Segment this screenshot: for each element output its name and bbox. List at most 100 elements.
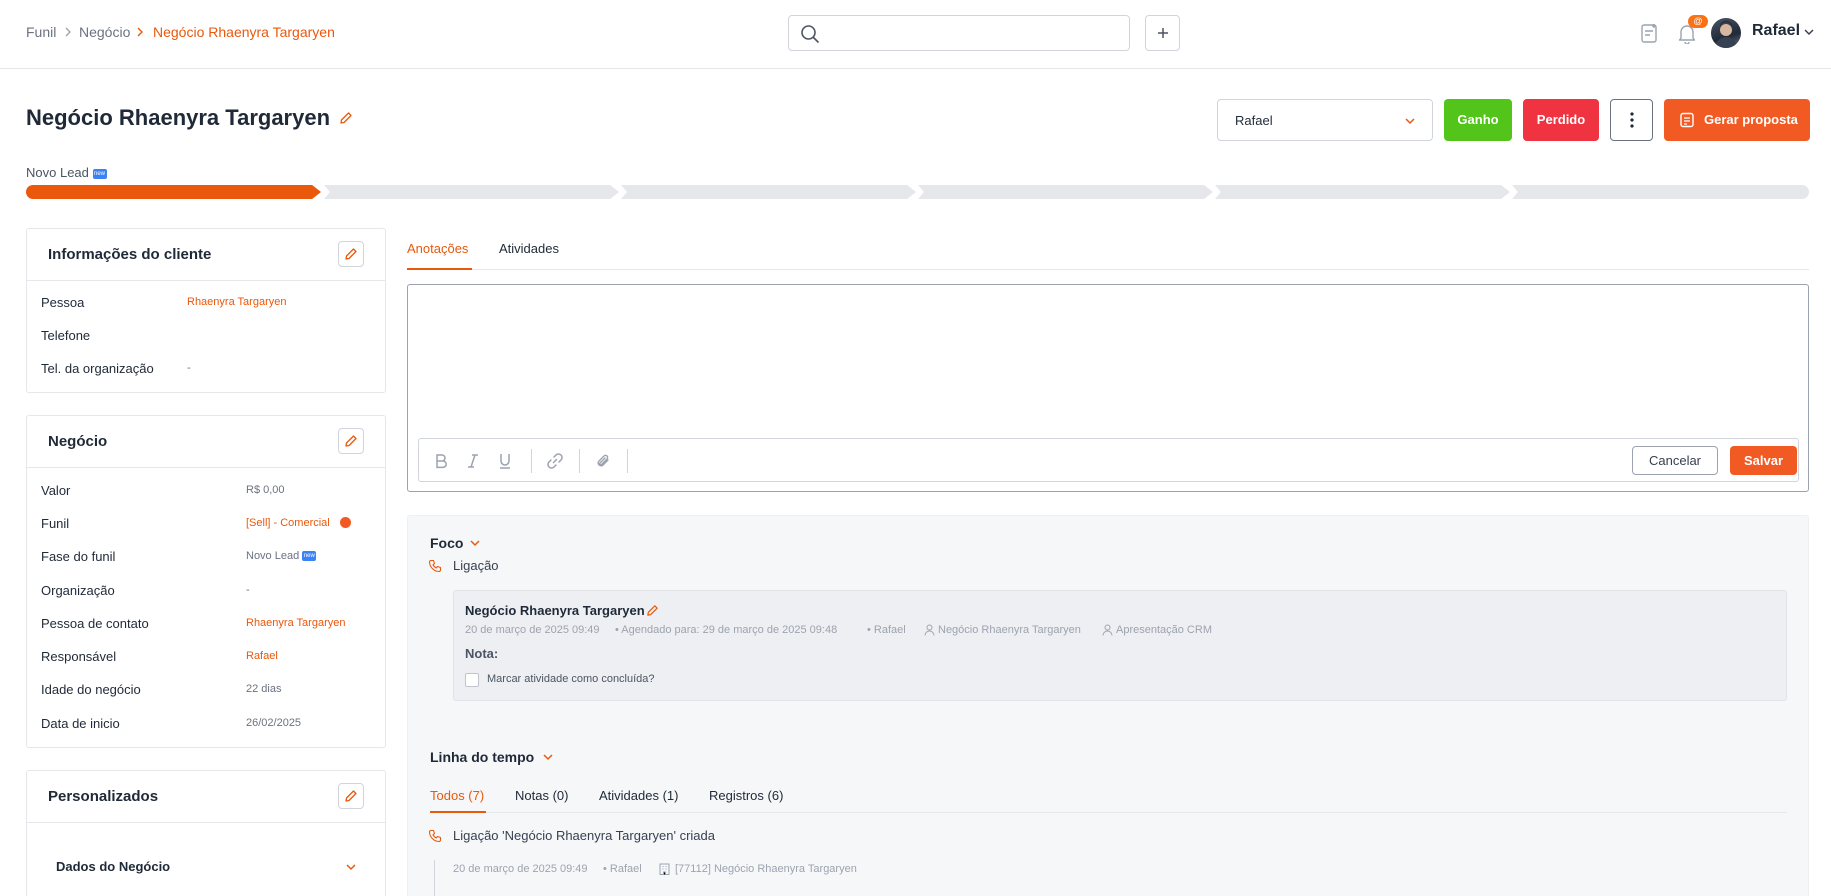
breadcrumb-negocio[interactable]: Negócio [79,24,130,40]
chevron-right-icon [63,25,73,39]
breadcrumb-funil[interactable]: Funil [26,24,56,40]
toolbar-separator [579,449,580,473]
owner-select[interactable]: Rafael [1217,99,1433,141]
note-textarea[interactable] [418,295,1798,435]
start-date-value: 26/02/2025 [246,717,302,729]
funnel-link[interactable]: [Sell] - Comercial [246,517,330,529]
complete-activity-label[interactable]: Marcar atividade como concluída? [487,673,655,685]
owner-select-value: Rafael [1235,113,1273,128]
field-label: Tel. da organização [41,361,154,376]
timeline-tabs-divider [430,812,1787,813]
active-timeline-tab-indicator [430,811,486,813]
cancel-button[interactable]: Cancelar [1632,446,1718,475]
timeline-tab-records[interactable]: Registros (6) [709,788,783,803]
stage-step-4[interactable] [918,185,1213,199]
timeline-tab-notes[interactable]: Notas (0) [515,788,568,803]
stage-step-2[interactable] [324,185,619,199]
timeline-tab-activities[interactable]: Atividades (1) [599,788,678,803]
search-box[interactable] [788,15,1130,51]
notification-badge: @ [1688,15,1708,28]
field-label: Pessoa [41,295,85,310]
generate-proposal-button[interactable]: Gerar proposta [1664,99,1810,141]
plus-icon [1157,27,1169,39]
responsible-link[interactable]: Rafael [246,650,278,662]
document-icon [1679,112,1695,128]
edit-client-button[interactable] [338,241,364,267]
timeline-connector [434,860,435,896]
activity-deal[interactable]: Negócio Rhaenyra Targaryen [938,624,1081,636]
timeline-entry-owner: • Rafael [603,863,642,875]
stage-value: Novo Lead new [246,550,317,562]
timeline-title[interactable]: Linha do tempo [430,749,534,765]
tab-notes[interactable]: Anotações [407,241,468,256]
note-label: Nota: [465,646,499,661]
chevron-down-icon[interactable] [542,752,554,762]
edit-custom-button[interactable] [338,783,364,809]
breadcrumb-current: Negócio Rhaenyra Targaryen [153,24,335,40]
phone-icon [428,829,442,843]
card-header: Negócio [27,416,385,468]
field-label: Organização [41,583,115,598]
activity-title[interactable]: Negócio Rhaenyra Targaryen [465,603,645,618]
pencil-icon[interactable] [646,604,659,617]
edit-business-button[interactable] [338,428,364,454]
card-title: Informações do cliente [48,246,212,263]
attachment-icon[interactable] [593,451,613,471]
focus-type: Ligação [453,558,499,573]
won-button[interactable]: Ganho [1444,99,1512,141]
person-icon [1102,624,1113,636]
timeline-entry-deal[interactable]: [77112] Negócio Rhaenyra Targaryen [675,863,857,875]
tab-activities[interactable]: Atividades [499,241,559,256]
stage-step-5[interactable] [1215,185,1510,199]
activity-created-date: 20 de março de 2025 09:49 [465,624,600,636]
pencil-icon [344,789,358,803]
deal-age-value: 22 dias [246,683,282,695]
focus-title[interactable]: Foco [430,535,463,551]
user-name[interactable]: Rafael [1752,22,1800,40]
top-bar: Funil Negócio Negócio Rhaenyra Targaryen… [0,0,1831,69]
stage-step-6[interactable] [1512,185,1809,199]
focus-activity-card: Negócio Rhaenyra Targaryen 20 de março d… [453,590,1787,701]
timeline-tab-all[interactable]: Todos (7) [430,788,484,803]
add-button[interactable] [1145,15,1180,51]
person-link[interactable]: Rhaenyra Targaryen [187,296,286,308]
contact-person-link[interactable]: Rhaenyra Targaryen [246,617,345,629]
stage-step-3[interactable] [621,185,916,199]
person-icon [924,624,935,636]
italic-icon[interactable] [463,451,483,471]
generate-proposal-label: Gerar proposta [1704,112,1798,127]
stage-value-text: Novo Lead [246,550,300,562]
chevron-down-icon [1404,116,1416,126]
timeline-entry-title: Ligação 'Negócio Rhaenyra Targaryen' cri… [453,828,715,843]
activity-owner: • Rafael [867,624,906,636]
tabs-divider [407,269,1809,270]
pencil-icon[interactable] [339,111,353,125]
underline-icon[interactable] [495,451,515,471]
pencil-icon [344,434,358,448]
pencil-icon [344,247,358,261]
avatar[interactable] [1711,18,1741,48]
link-icon[interactable] [545,451,565,471]
kebab-menu-icon [1630,112,1634,128]
timeline-entry-date: 20 de março de 2025 09:49 [453,863,588,875]
notes-icon[interactable] [1640,22,1660,44]
complete-activity-checkbox[interactable] [465,673,479,687]
section-toggle-label[interactable]: Dados do Negócio [56,859,170,874]
note-editor: Cancelar Salvar [407,284,1809,492]
client-info-card: Informações do cliente Pessoa Rhaenyra T… [26,228,386,393]
new-tag-icon: new [92,168,107,179]
search-input[interactable] [827,22,1117,44]
chevron-down-icon[interactable] [345,862,357,872]
organization-value: - [246,584,250,596]
chevron-down-icon[interactable] [469,538,481,548]
stage-step-1[interactable] [26,185,321,199]
chevron-down-icon[interactable] [1803,27,1815,37]
save-button[interactable]: Salvar [1730,446,1797,475]
search-icon [800,24,820,44]
toolbar-separator [627,449,628,473]
more-options-button[interactable] [1610,99,1653,141]
lost-button[interactable]: Perdido [1523,99,1599,141]
new-tag-icon: new [302,551,317,562]
building-icon [659,863,670,875]
bold-icon[interactable] [431,451,451,471]
